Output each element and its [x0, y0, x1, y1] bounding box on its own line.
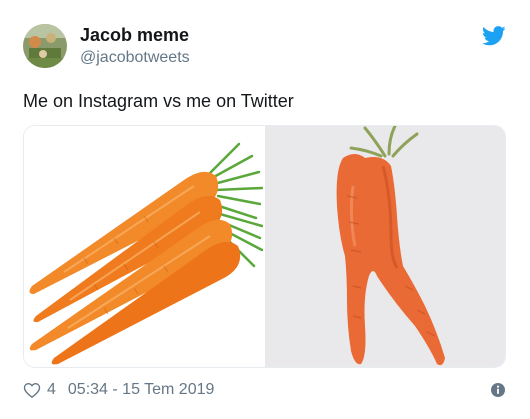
carrots-image[interactable] [24, 126, 263, 367]
display-name[interactable]: Jacob meme [80, 24, 190, 46]
forked-carrot-image-icon [265, 126, 505, 367]
tweet-media[interactable] [23, 125, 506, 368]
tweet-timestamp[interactable]: 05:34 - 15 Tem 2019 [68, 381, 214, 399]
carrots-image-icon [24, 126, 263, 367]
tweet-footer: 4 05:34 - 15 Tem 2019 [23, 381, 214, 399]
avatar-image-icon [23, 24, 67, 68]
like-count: 4 [47, 381, 56, 398]
tweet-card: Jacob meme @jacobotweets Me on Instagram… [0, 0, 530, 419]
user-names: Jacob meme @jacobotweets [80, 24, 190, 68]
tweet-header: Jacob meme @jacobotweets [23, 24, 190, 68]
info-icon[interactable] [490, 382, 506, 398]
avatar[interactable] [23, 24, 67, 68]
tweet-text: Me on Instagram vs me on Twitter [23, 91, 294, 111]
twitter-bird-icon[interactable] [481, 26, 506, 46]
forked-carrot-image[interactable] [265, 126, 505, 367]
user-handle[interactable]: @jacobotweets [80, 48, 190, 68]
like-button[interactable]: 4 [23, 381, 68, 399]
heart-icon [23, 383, 41, 399]
